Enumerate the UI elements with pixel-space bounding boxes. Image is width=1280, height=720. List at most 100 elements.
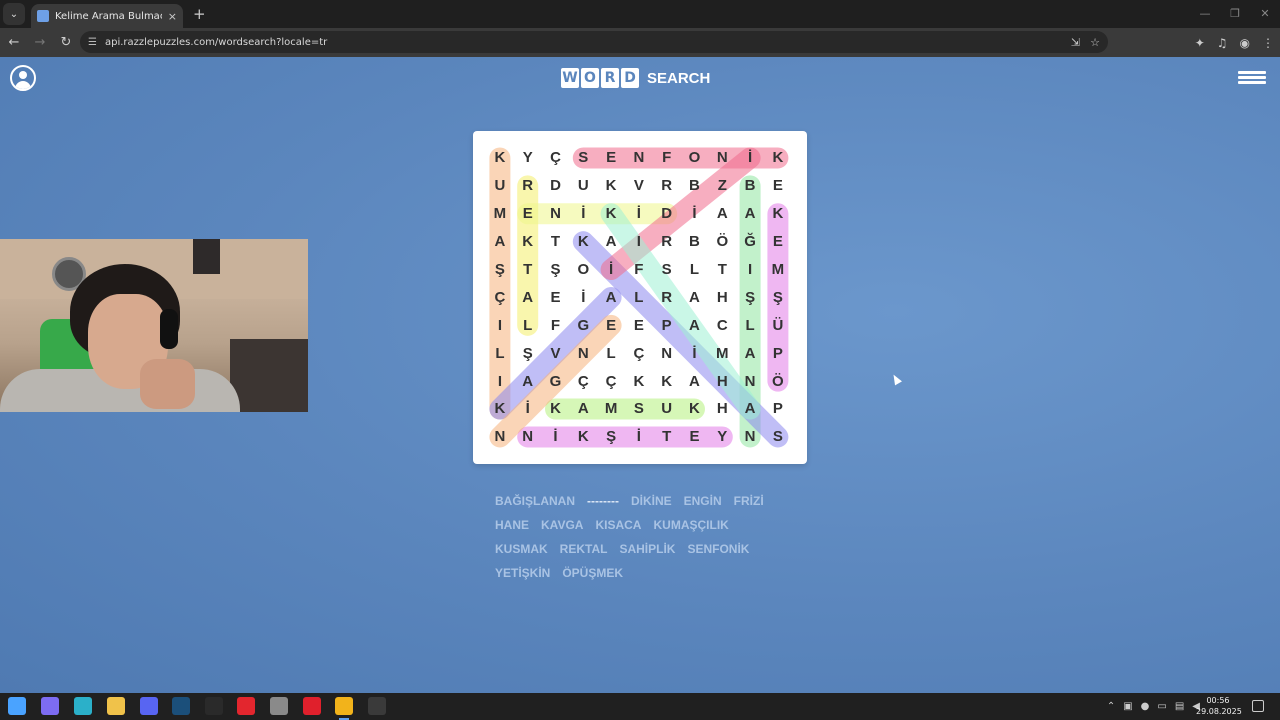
grid-cell[interactable]: Ş [514,339,542,367]
file-explorer-icon[interactable] [107,697,125,715]
grid-cell[interactable]: K [597,172,625,200]
grid-cell[interactable]: V [542,339,570,367]
grid-cell[interactable]: N [736,423,764,451]
hamburger-menu-icon[interactable] [1238,71,1266,85]
media-control-icon[interactable]: ♫ [1217,36,1228,50]
grid-cell[interactable]: N [569,339,597,367]
display-icon[interactable]: ▭ [1157,701,1166,712]
grid-cell[interactable]: K [681,395,709,423]
reload-icon[interactable]: ↻ [54,35,78,50]
grid-cell[interactable]: A [736,395,764,423]
grid-cell[interactable]: M [764,256,792,284]
grid-cell[interactable]: L [514,311,542,339]
grid-cell[interactable]: A [569,395,597,423]
steam-icon[interactable] [172,697,190,715]
grid-cell[interactable]: K [486,395,514,423]
grid-cell[interactable]: Z [708,172,736,200]
tray-app-icon[interactable]: ▣ [1123,701,1132,712]
grid-cell[interactable]: A [681,283,709,311]
grid-cell[interactable]: T [542,228,570,256]
grid-cell[interactable]: K [764,144,792,172]
grid-cell[interactable]: L [486,339,514,367]
forward-icon[interactable]: → [28,35,52,50]
grid-cell[interactable]: O [569,256,597,284]
grid-cell[interactable]: E [542,283,570,311]
grid-cell[interactable]: Ç [542,144,570,172]
grid-cell[interactable]: E [764,228,792,256]
grid-cell[interactable]: K [597,200,625,228]
grid-cell[interactable]: Ş [486,256,514,284]
grid-cell[interactable]: R [514,172,542,200]
grid-cell[interactable]: N [486,423,514,451]
grid-cell[interactable]: S [653,256,681,284]
grid-cell[interactable]: E [764,172,792,200]
grid-cell[interactable]: K [569,423,597,451]
grid-cell[interactable]: I [486,311,514,339]
url-text[interactable]: api.razzlepuzzles.com/wordsearch?locale=… [105,37,327,48]
grid-cell[interactable]: F [653,144,681,172]
grid-cell[interactable]: B [681,228,709,256]
grid-cell[interactable]: E [514,200,542,228]
close-window-button[interactable]: ✕ [1250,0,1280,28]
grid-cell[interactable]: K [625,367,653,395]
grid-cell[interactable]: B [736,172,764,200]
grid-cell[interactable]: N [625,144,653,172]
edge-icon[interactable] [74,697,92,715]
grid-cell[interactable]: F [542,311,570,339]
grid-cell[interactable]: A [681,311,709,339]
grid-cell[interactable]: E [625,311,653,339]
grid-cell[interactable]: G [542,367,570,395]
grid-cell[interactable]: K [764,200,792,228]
grid-cell[interactable]: P [653,311,681,339]
grid-cell[interactable]: D [653,200,681,228]
grid-cell[interactable]: Ş [764,283,792,311]
grid-cell[interactable]: V [625,172,653,200]
grid-cell[interactable]: Ç [597,367,625,395]
grid-cell[interactable]: A [486,228,514,256]
grid-cell[interactable]: T [653,423,681,451]
grid-cell[interactable]: Ç [486,283,514,311]
grid-cell[interactable]: İ [625,423,653,451]
grid-cell[interactable]: Ç [569,367,597,395]
grid-cell[interactable]: Ş [736,283,764,311]
grid-cell[interactable]: C [708,311,736,339]
microphone-icon[interactable]: ● [1141,701,1150,712]
grid-cell[interactable]: Ş [597,423,625,451]
grid-cell[interactable]: K [653,367,681,395]
letter-grid[interactable]: KYÇSENFONİKURDUKVRBZBEMENİKİDİAAKAKTKAIR… [486,144,792,451]
grid-cell[interactable]: İ [569,200,597,228]
grid-cell[interactable]: A [736,339,764,367]
grid-cell[interactable]: I [736,256,764,284]
grid-cell[interactable]: G [569,311,597,339]
grid-cell[interactable]: E [681,423,709,451]
grid-cell[interactable]: R [653,172,681,200]
grid-cell[interactable]: P [764,339,792,367]
grid-cell[interactable]: Ö [764,367,792,395]
grid-cell[interactable]: Ğ [736,228,764,256]
grid-cell[interactable]: Ç [625,339,653,367]
grid-cell[interactable]: S [625,395,653,423]
grid-cell[interactable]: S [569,144,597,172]
grid-cell[interactable]: O [681,144,709,172]
grid-cell[interactable]: S [764,423,792,451]
grid-cell[interactable]: L [681,256,709,284]
grid-cell[interactable]: İ [736,144,764,172]
grid-cell[interactable]: Y [708,423,736,451]
epic-games-icon[interactable] [205,697,223,715]
grid-cell[interactable]: A [681,367,709,395]
grid-cell[interactable]: İ [569,283,597,311]
browser-tab[interactable]: Kelime Arama Bulmacaları - İnte × [31,4,183,28]
network-icon[interactable]: ▤ [1175,701,1184,712]
grid-cell[interactable]: A [736,200,764,228]
tab-search-icon[interactable]: ⌄ [3,3,25,25]
discord-icon[interactable] [140,697,158,715]
grid-cell[interactable]: İ [514,395,542,423]
grid-cell[interactable]: P [764,395,792,423]
grid-cell[interactable]: İ [625,200,653,228]
grid-cell[interactable]: B [681,172,709,200]
grid-cell[interactable]: U [569,172,597,200]
browser-menu-icon[interactable]: ⋮ [1262,36,1274,50]
site-info-icon[interactable]: ☰ [88,37,97,48]
install-app-icon[interactable]: ⇲ [1071,36,1080,49]
grid-cell[interactable]: K [542,395,570,423]
